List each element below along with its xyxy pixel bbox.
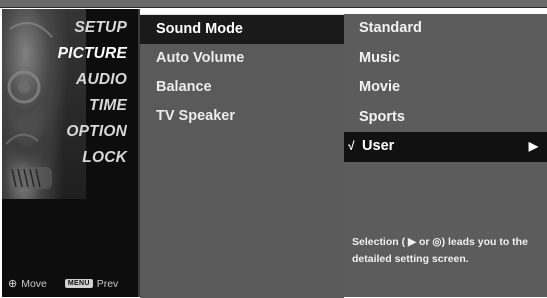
submenu-panel: Sound Mode Auto Volume Balance TV Speake… — [140, 14, 344, 298]
category-audio[interactable]: AUDIO — [2, 67, 138, 93]
option-sports[interactable]: Sports — [344, 103, 547, 133]
option-music[interactable]: Music — [344, 44, 547, 74]
prev-label: Prev — [96, 277, 119, 290]
category-lock[interactable]: LOCK — [2, 145, 138, 171]
category-label: PICTURE — [57, 45, 127, 62]
move-label: Move — [21, 277, 47, 290]
category-label: TIME — [89, 97, 127, 114]
category-setup[interactable]: SETUP — [2, 15, 138, 41]
category-panel: SETUP PICTURE AUDIO TIME OPTION LOCK ⊕ M… — [2, 9, 140, 297]
menu-key-icon: MENU — [64, 279, 93, 288]
options-list: Standard Music Movie Sports √ User ▶ — [344, 14, 547, 162]
tv-osd-screen: SETUP PICTURE AUDIO TIME OPTION LOCK ⊕ M… — [0, 0, 547, 298]
option-standard[interactable]: Standard — [344, 14, 547, 44]
submenu-item-sound-mode[interactable]: Sound Mode — [140, 15, 344, 44]
category-time[interactable]: TIME — [2, 93, 138, 119]
help-text: Selection ( ▶ or ◎) leads you to the det… — [352, 236, 528, 265]
submenu-list: Sound Mode Auto Volume Balance TV Speake… — [140, 15, 344, 131]
submenu-item-tv-speaker[interactable]: TV Speaker — [140, 102, 344, 131]
right-arrow-icon: ▶ — [528, 139, 538, 153]
submenu-item-balance[interactable]: Balance — [140, 73, 344, 102]
checkmark-icon: √ — [348, 139, 355, 153]
submenu-item-auto-volume[interactable]: Auto Volume — [140, 44, 344, 73]
navigation-hint: ⊕ Move MENU Prev — [8, 277, 119, 291]
category-label: AUDIO — [76, 71, 127, 88]
category-label: SETUP — [74, 19, 127, 36]
category-label: OPTION — [66, 123, 127, 140]
option-movie[interactable]: Movie — [344, 73, 547, 103]
category-list: SETUP PICTURE AUDIO TIME OPTION LOCK — [2, 15, 138, 171]
option-user[interactable]: √ User ▶ — [344, 132, 547, 162]
top-strip — [0, 0, 547, 8]
category-picture[interactable]: PICTURE — [2, 41, 138, 67]
move-icon: ⊕ — [8, 278, 18, 290]
options-panel: Standard Music Movie Sports √ User ▶ Sel… — [344, 14, 547, 297]
option-label: User — [362, 138, 395, 154]
category-option[interactable]: OPTION — [2, 119, 138, 145]
category-label: LOCK — [82, 149, 127, 166]
